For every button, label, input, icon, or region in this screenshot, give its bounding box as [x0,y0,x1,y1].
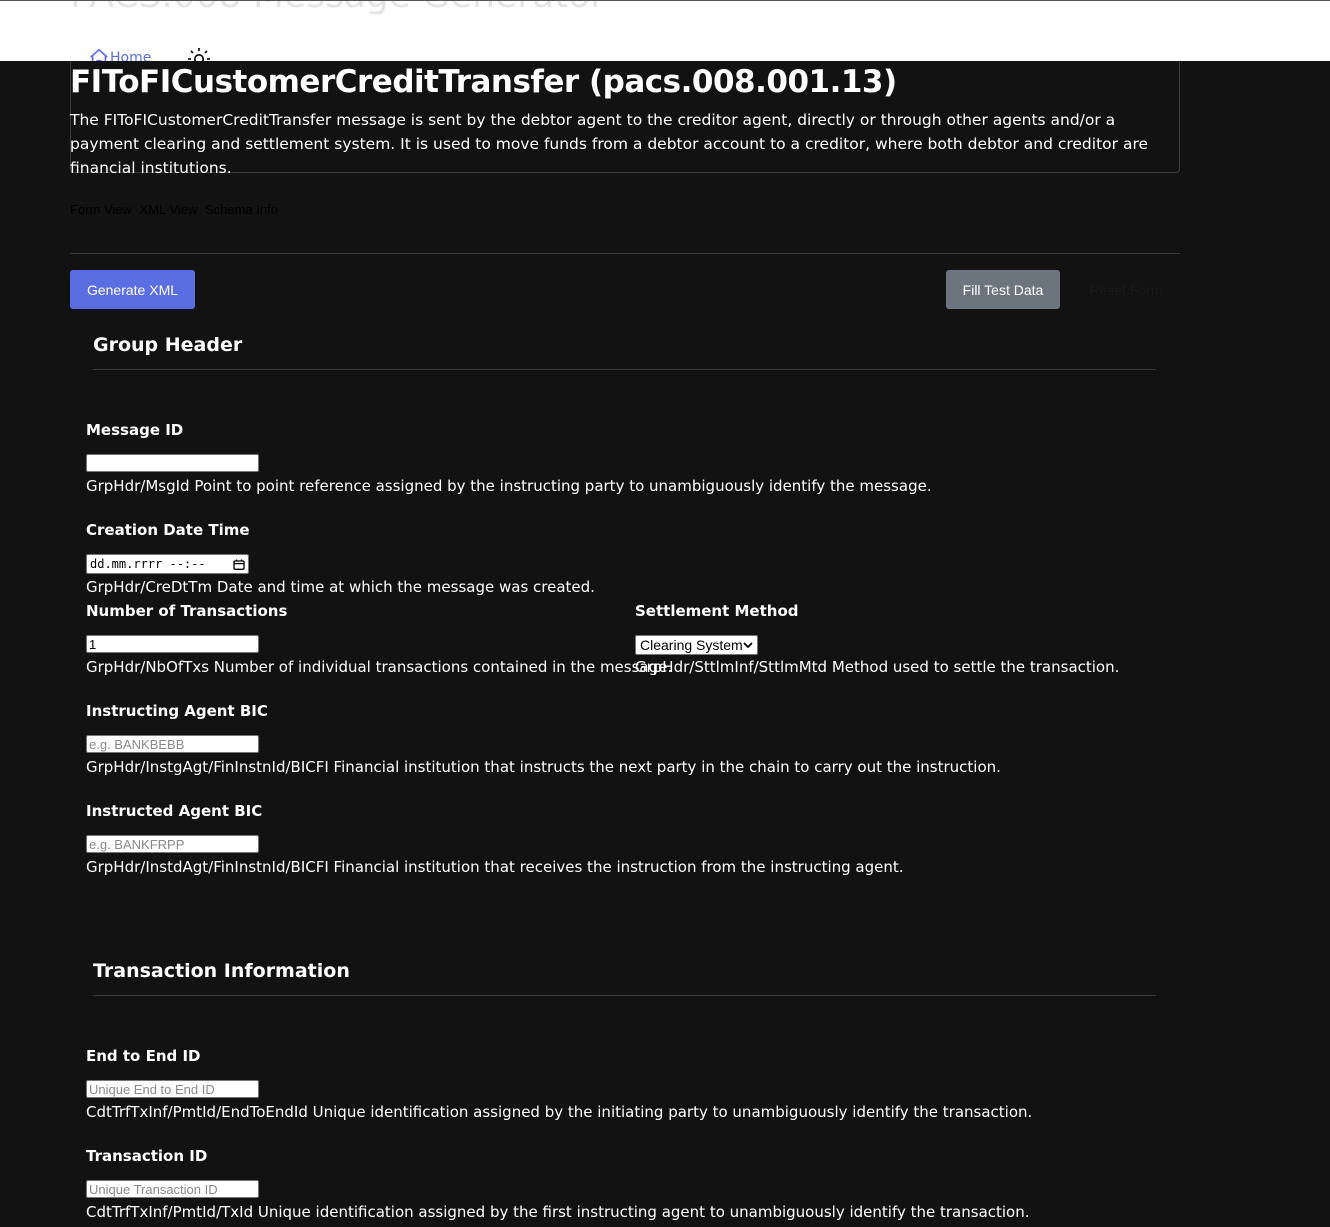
creation-date-time-help: GrpHdr/CreDtTm Date and time at which th… [86,578,595,596]
end-to-end-id-label: End to End ID [86,1047,201,1065]
top-bar: PACS.008 Message Generator Home [0,0,1330,61]
settlement-method-select[interactable]: Clearing System [635,635,758,655]
settlement-method-help: GrpHdr/SttlmInf/SttlmMtd Method used to … [635,658,1120,676]
settlement-method-value: Clearing System [640,637,743,653]
creation-date-time-label: Creation Date Time [86,521,250,539]
message-id-label: Message ID [86,421,184,439]
generate-xml-button[interactable]: Generate XML [70,270,195,309]
home-icon [90,48,108,61]
sun-icon[interactable] [186,47,212,61]
settlement-method-label: Settlement Method [635,602,799,620]
group-header-title: Group Header [93,334,243,356]
home-label: Home [110,50,152,61]
instructed-agent-bic-input[interactable] [86,835,259,853]
section-divider [93,369,1156,370]
message-description: The FIToFICustomerCreditTransfer message… [70,111,1149,177]
message-id-help: GrpHdr/MsgId Point to point reference as… [86,477,932,495]
transaction-id-input[interactable] [86,1180,259,1198]
divider [70,253,1180,254]
message-id-input[interactable] [86,454,259,472]
fill-test-data-button[interactable]: Fill Test Data [946,270,1060,309]
tab-schema-info[interactable]: Schema Info [205,202,278,217]
transaction-information-title: Transaction Information [93,960,350,982]
reset-form-button[interactable]: Reset Form [1078,270,1174,309]
creation-date-time-value: dd.mm.rrrr --:-- [90,557,206,571]
tab-xml-view[interactable]: XML View [140,202,198,217]
number-of-transactions-label: Number of Transactions [86,602,288,620]
transaction-id-help: CdtTrfTxInf/PmtId/TxId Unique identifica… [86,1203,1030,1221]
instructing-agent-bic-help: GrpHdr/InstgAgt/FinInstnId/BICFI Financi… [86,758,1001,776]
page-title: PACS.008 Message Generator [70,1,605,16]
tab-form-view[interactable]: Form View [70,202,132,217]
chevron-down-icon [743,642,753,649]
calendar-icon[interactable] [233,559,245,570]
end-to-end-id-input[interactable] [86,1080,259,1098]
number-of-transactions-help: GrpHdr/NbOfTxs Number of individual tran… [86,658,673,676]
number-of-transactions-input[interactable] [86,635,259,653]
instructed-agent-bic-label: Instructed Agent BIC [86,802,263,820]
section-divider [93,995,1156,996]
creation-date-time-input[interactable]: dd.mm.rrrr --:-- [86,554,249,574]
instructing-agent-bic-label: Instructing Agent BIC [86,702,268,720]
instructing-agent-bic-input[interactable] [86,735,259,753]
transaction-id-label: Transaction ID [86,1147,208,1165]
instructed-agent-bic-help: GrpHdr/InstdAgt/FinInstnId/BICFI Financi… [86,858,904,876]
home-link[interactable]: Home [88,47,151,61]
message-title: FIToFICustomerCreditTransfer (pacs.008.0… [70,64,897,100]
view-tabs: Form View XML View Schema Info [70,202,282,217]
end-to-end-id-help: CdtTrfTxInf/PmtId/EndToEndId Unique iden… [86,1103,1033,1121]
